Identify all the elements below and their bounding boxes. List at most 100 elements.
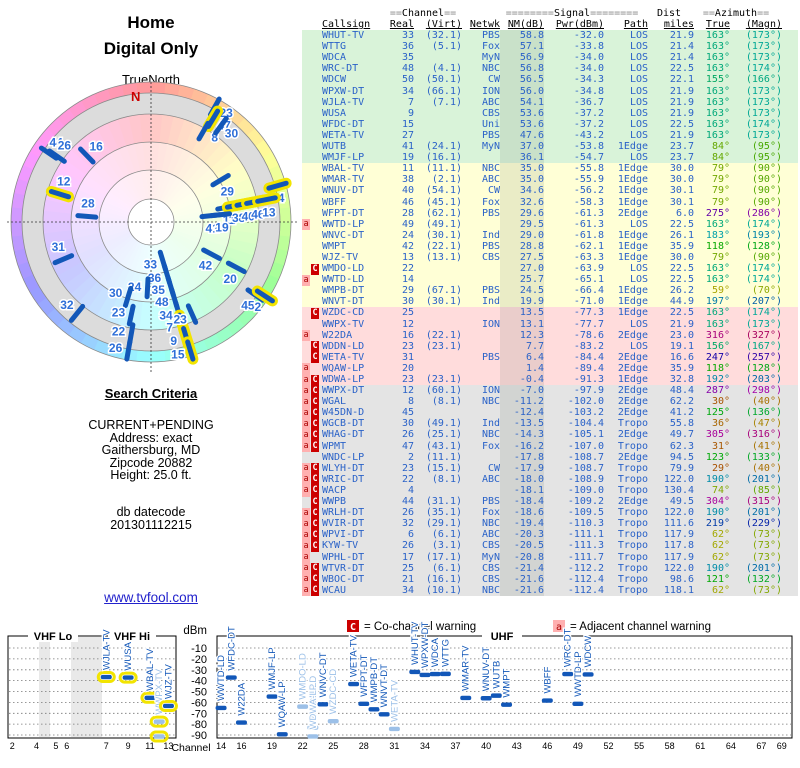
callsign-cell: WETA-TV <box>320 130 388 141</box>
search-criteria-line: CURRENT+PENDING <box>0 419 302 432</box>
callsign-cell: WHAG-DT <box>320 429 388 440</box>
uhf-channel-tick: 40 <box>481 741 491 751</box>
virtual-channel-cell <box>414 485 462 496</box>
virtual-channel-cell: (3.1) <box>414 540 462 551</box>
network-cell: PBS <box>462 285 500 296</box>
table-row: aCWLYH-DT23(15.1)CW-17.9-108.7Tropo79.92… <box>302 463 798 474</box>
network-cell <box>462 219 500 230</box>
azimuth-magnetic-cell: (70°) <box>730 285 782 296</box>
co-channel-flag: C <box>311 264 319 275</box>
distance-cell: 22.5 <box>648 263 694 274</box>
azimuth-true-cell: 163° <box>694 97 730 108</box>
real-channel-cell: 35 <box>388 52 414 63</box>
distance-cell: 122.0 <box>648 507 694 518</box>
column-header: Real <box>388 19 414 30</box>
callsign-cell: WACP <box>320 485 388 496</box>
page-subtitle: Digital Only <box>0 36 302 62</box>
noise-margin-cell: 27.5 <box>500 252 544 263</box>
path-cell: LOS <box>604 274 648 285</box>
chart-callsign-label: WUSA <box>123 641 134 670</box>
signal-marker <box>154 734 165 738</box>
network-cell: PBS <box>462 30 500 41</box>
vhf-channel-tick: 11 <box>145 741 154 751</box>
callsign-cell: WDCW <box>320 74 388 85</box>
co-channel-flag: C <box>311 563 319 574</box>
panel-label-uhf: UHF <box>491 631 514 643</box>
search-criteria: Search Criteria CURRENT+PENDINGAddress: … <box>0 386 302 531</box>
callsign-cell: WVIR-DT <box>320 518 388 529</box>
power-cell: -37.2 <box>544 119 604 130</box>
adjacent-channel-flag: a <box>302 441 310 452</box>
power-cell: -110.3 <box>544 518 604 529</box>
noise-margin-cell: 13.5 <box>500 307 544 318</box>
noise-margin-cell: -18.4 <box>500 496 544 507</box>
distance-cell: 21.9 <box>648 97 694 108</box>
adjacent-channel-flag: a <box>302 585 310 596</box>
azimuth-true-cell: 62° <box>694 552 730 563</box>
table-row: aCWMPB-DT29(67.1)PBS24.5-66.41Edge26.259… <box>302 285 798 296</box>
azimuth-magnetic-cell: (90°) <box>730 185 782 196</box>
azimuth-magnetic-cell: (95°) <box>730 141 782 152</box>
power-cell: -61.3 <box>544 208 604 219</box>
co-channel-flag: C <box>311 474 319 485</box>
path-cell: 2Edge <box>604 407 648 418</box>
path-cell: LOS <box>604 97 648 108</box>
virtual-channel-cell: (62.1) <box>414 208 462 219</box>
radar-channel-label: 13 <box>262 205 276 219</box>
azimuth-magnetic-cell: (174°) <box>730 63 782 74</box>
azimuth-true-cell: 36° <box>694 418 730 429</box>
co-channel-flag: C <box>311 519 319 530</box>
power-cell: -58.3 <box>544 197 604 208</box>
path-cell: 2Edge <box>604 363 648 374</box>
radar-channel-label: 45 <box>241 299 255 313</box>
real-channel-cell: 15 <box>388 119 414 130</box>
azimuth-magnetic-cell: (201°) <box>730 474 782 485</box>
network-cell: Fox <box>462 507 500 518</box>
distance-cell: 21.9 <box>648 108 694 119</box>
real-channel-cell: 22 <box>388 263 414 274</box>
vhf-channel-tick: 7 <box>104 741 109 751</box>
azimuth-true-cell: 62° <box>694 529 730 540</box>
azimuth-true-cell: 163° <box>694 263 730 274</box>
co-channel-flag: C <box>311 375 319 386</box>
distance-cell: 98.6 <box>648 574 694 585</box>
virtual-channel-cell: (23.1) <box>414 341 462 352</box>
signal-marker <box>101 675 112 679</box>
network-cell <box>462 363 500 374</box>
virtual-channel-cell: (30.1) <box>414 230 462 241</box>
signal-marker <box>562 672 573 676</box>
callsign-cell: WWPX-DT <box>320 385 388 396</box>
uhf-channel-tick: 31 <box>389 741 399 751</box>
radar-channel-label: 26 <box>109 341 123 355</box>
column-header: Pwr(dBm) <box>544 19 604 30</box>
real-channel-cell: 34 <box>388 86 414 97</box>
path-cell: 1Edge <box>604 197 648 208</box>
azimuth-true-cell: 163° <box>694 52 730 63</box>
real-channel-cell: 12 <box>388 319 414 330</box>
radar-channel-label: 15 <box>171 347 185 361</box>
azimuth-true-cell: 29° <box>694 463 730 474</box>
distance-cell: 122.0 <box>648 563 694 574</box>
azimuth-true-cell: 79° <box>694 163 730 174</box>
network-cell: MyN <box>462 552 500 563</box>
real-channel-cell: 20 <box>388 363 414 374</box>
signal-marker <box>348 682 359 686</box>
distance-cell: 23.0 <box>648 330 694 341</box>
column-header: Netwk <box>462 19 500 30</box>
virtual-channel-cell <box>414 263 462 274</box>
network-cell: PBS <box>462 130 500 141</box>
azimuth-true-cell: 219° <box>694 518 730 529</box>
panel-label-vhf-lo: VHF Lo <box>34 631 73 643</box>
signal-marker <box>318 702 329 706</box>
signal-marker <box>572 702 583 706</box>
callsign-cell: WPXW-DT <box>320 86 388 97</box>
tvfool-link[interactable]: www.tvfool.com <box>104 590 198 605</box>
azimuth-magnetic-cell: (174°) <box>730 119 782 130</box>
azimuth-magnetic-cell: (132°) <box>730 574 782 585</box>
virtual-channel-cell: (15.1) <box>414 463 462 474</box>
power-cell: -43.2 <box>544 130 604 141</box>
path-cell: 2Edge <box>604 429 648 440</box>
callsign-cell: WDWA-LP <box>320 374 388 385</box>
table-row: aCWDCA35MyN56.9-34.0LOS21.4163°(173°) <box>302 52 798 63</box>
table-row: aCWNVC-DT24(30.1)Ind29.0-61.81Edge26.118… <box>302 230 798 241</box>
